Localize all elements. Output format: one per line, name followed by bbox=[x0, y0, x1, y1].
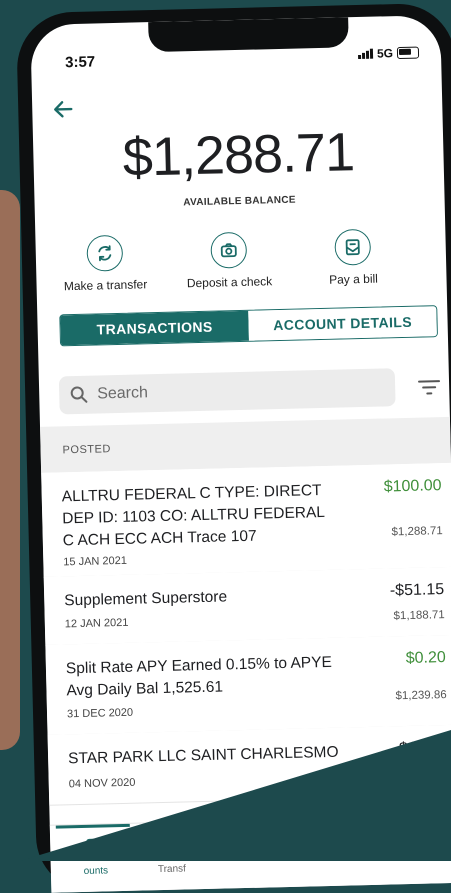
transaction-date: 15 JAN 2021 bbox=[63, 554, 128, 569]
transaction-amount: $0.20 bbox=[405, 649, 446, 668]
bottom-tab-bar: ounts Transf bbox=[49, 814, 451, 893]
transaction-date: 04 NOV 2020 bbox=[68, 776, 136, 791]
transaction-amount: $100.00 bbox=[383, 477, 442, 496]
transaction-description: Split Rate APY Earned 0.15% to APYE Avg … bbox=[66, 652, 333, 702]
search-input[interactable]: Search bbox=[58, 368, 396, 415]
balance-label: AVAILABLE BALANCE bbox=[183, 194, 296, 209]
network-label: 5G bbox=[376, 46, 394, 61]
transaction-description: ALLTRU FEDERAL C TYPE: DIRECT DEP ID: 11… bbox=[61, 480, 326, 552]
transaction-description: STAR PARK LLC SAINT CHARLESMO bbox=[68, 742, 339, 771]
transaction-row[interactable]: Supplement Superstore 12 JAN 2021 -$51.1… bbox=[43, 566, 451, 646]
deposit-check-button[interactable]: Deposit a check bbox=[173, 231, 284, 291]
make-transfer-button[interactable]: Make a transfer bbox=[49, 234, 160, 294]
description-line: Supplement Superstore bbox=[64, 588, 228, 610]
wallet-icon bbox=[86, 838, 105, 855]
pay-bill-label: Pay a bill bbox=[328, 271, 379, 287]
transaction-description: Supplement Superstore bbox=[64, 586, 227, 612]
running-balance: $1,239.86 bbox=[395, 689, 447, 703]
camera-icon bbox=[210, 231, 248, 269]
deposit-check-label: Deposit a check bbox=[186, 274, 273, 291]
status-indicators: 5G bbox=[358, 46, 420, 61]
transaction-amount: -$10.00 bbox=[393, 739, 449, 758]
transaction-date: 31 DEC 2020 bbox=[66, 706, 134, 721]
transaction-amount: -$51.15 bbox=[389, 581, 445, 600]
status-time: 3:57 bbox=[64, 53, 96, 72]
tab-account-details[interactable]: ACCOUNT DETAILS bbox=[248, 306, 437, 341]
transaction-row[interactable]: Split Rate APY Earned 0.15% to APYE Avg … bbox=[45, 634, 451, 736]
transfer-icon bbox=[164, 836, 179, 854]
search-icon bbox=[70, 386, 88, 403]
view-segmented-control: TRANSACTIONS ACCOUNT DETAILS bbox=[59, 305, 438, 347]
running-balance: $1,288.71 bbox=[391, 525, 443, 539]
description-line: STAR PARK LLC SAINT CHARLESMO bbox=[67, 743, 339, 768]
search-placeholder: Search bbox=[97, 384, 149, 403]
transfer-icon bbox=[86, 234, 124, 272]
transaction-row[interactable]: ALLTRU FEDERAL C TYPE: DIRECT DEP ID: 11… bbox=[41, 462, 451, 578]
pay-bill-button[interactable]: Pay a bill bbox=[297, 228, 408, 288]
tab-accounts[interactable]: ounts bbox=[62, 836, 129, 878]
battery-icon bbox=[396, 46, 420, 60]
phone-frame: 3:57 5G $1,288.71 AVAILABLE BALANCE Make… bbox=[15, 2, 451, 893]
notch bbox=[148, 17, 349, 53]
balance-amount: $1,288.71 bbox=[122, 122, 355, 188]
transaction-date: 12 JAN 2021 bbox=[64, 616, 129, 631]
transaction-row[interactable]: STAR PARK LLC SAINT CHARLESMO 04 NOV 202… bbox=[47, 724, 451, 806]
background-hand bbox=[0, 190, 20, 750]
tab-transfers-label: Transf bbox=[157, 863, 186, 876]
active-tab-indicator bbox=[55, 823, 130, 829]
account-name-redacted bbox=[83, 84, 375, 126]
bill-icon bbox=[334, 228, 372, 266]
make-transfer-label: Make a transfer bbox=[63, 277, 148, 294]
phone-screen: 3:57 5G $1,288.71 AVAILABLE BALANCE Make… bbox=[30, 15, 451, 893]
posted-label: POSTED bbox=[62, 443, 111, 457]
filter-icon[interactable] bbox=[417, 377, 441, 398]
tab-transactions[interactable]: TRANSACTIONS bbox=[60, 310, 249, 346]
running-balance: $1,188.71 bbox=[393, 609, 445, 623]
tab-accounts-label: ounts bbox=[83, 865, 109, 877]
signal-icon bbox=[358, 48, 374, 60]
tab-transfers[interactable]: Transf bbox=[138, 834, 205, 876]
back-arrow-icon[interactable] bbox=[52, 98, 75, 121]
